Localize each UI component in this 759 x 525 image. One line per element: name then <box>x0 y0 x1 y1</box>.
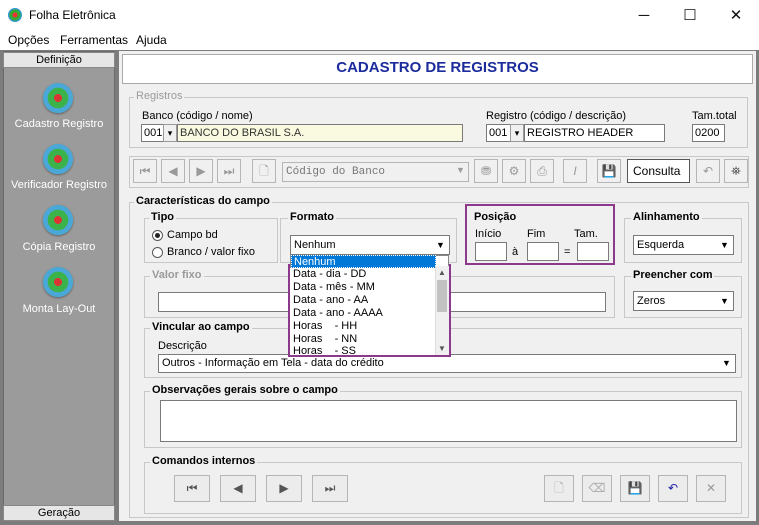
cmd-delete-icon[interactable]: ✕ <box>696 475 726 502</box>
search-field-select[interactable]: Código do Banco <box>282 162 469 182</box>
sidebar-item-verificador-registro[interactable]: Verificador Registro <box>3 179 115 191</box>
tam-total-field: 0200 <box>692 124 725 142</box>
page-title: CADASTRO DE REGISTROS <box>336 59 539 76</box>
valor-fixo-legend: Valor fixo <box>150 269 204 281</box>
cmd-clear-icon[interactable]: ⌫ <box>582 475 612 502</box>
campo-bd-radio[interactable] <box>152 230 163 241</box>
sidebar-item-monta-layout[interactable]: Monta Lay-Out <box>3 303 115 315</box>
observacoes-textarea[interactable] <box>160 400 737 442</box>
filter-icon[interactable]: ⛃ <box>474 159 498 183</box>
cmd-new-icon[interactable]: 🗋 <box>544 475 574 502</box>
chevron-down-icon: ▼ <box>720 296 729 306</box>
formato-legend: Formato <box>288 211 336 223</box>
preencher-legend: Preencher com <box>631 269 715 281</box>
menu-ajuda[interactable]: Ajuda <box>136 33 167 47</box>
sidebar-footer[interactable]: Geração <box>3 505 115 521</box>
banco-label: Banco (código / nome) <box>142 110 253 122</box>
settings-icon[interactable]: ⚙ <box>502 159 526 183</box>
formato-option-7[interactable]: Horas - SS <box>291 345 436 358</box>
a-label: à <box>512 246 519 258</box>
sidebar-item-copia-registro[interactable]: Cópia Registro <box>3 241 115 253</box>
comandos-legend: Comandos internos <box>150 455 258 467</box>
alinhamento-selected-value: Esquerda <box>637 239 685 251</box>
last-record-button[interactable]: ⏭ <box>217 159 241 183</box>
chevron-down-icon: ▼ <box>720 240 729 250</box>
descricao-selected-value: Outros - Informação em Tela - data do cr… <box>162 357 384 369</box>
copia-registro-icon[interactable] <box>43 205 73 235</box>
first-record-button[interactable]: ⏮ <box>133 159 157 183</box>
cmd-prev-button[interactable]: ◀ <box>220 475 256 502</box>
print-icon[interactable]: ⎙ <box>530 159 554 183</box>
chevron-down-icon: ▼ <box>722 358 731 368</box>
italic-icon[interactable]: I <box>563 159 587 183</box>
formato-option-0[interactable]: Nenhum <box>291 255 436 268</box>
cmd-undo-icon[interactable]: ↶ <box>658 475 688 502</box>
scroll-down-icon[interactable]: ▼ <box>436 344 448 354</box>
registro-desc-field[interactable]: REGISTRO HEADER <box>524 124 665 142</box>
scrollbar-thumb[interactable] <box>437 280 447 312</box>
tam-label: Tam. <box>574 228 598 240</box>
close-button[interactable]: ✕ <box>713 0 759 31</box>
menu-ferramentas[interactable]: Ferramentas <box>60 33 128 47</box>
formato-option-3[interactable]: Data - ano - AA <box>291 294 436 307</box>
consulta-button[interactable]: Consulta <box>627 159 690 183</box>
formato-option-4[interactable]: Data - ano - AAAA <box>291 307 436 320</box>
banco-lookup-button[interactable]: ▾ <box>163 124 177 142</box>
window-title: Folha Eletrônica <box>29 8 116 22</box>
formato-select[interactable]: Nenhum ▼ <box>290 235 450 255</box>
fim-input[interactable] <box>527 242 559 261</box>
registro-code-input[interactable]: 001 <box>486 124 510 142</box>
cadastro-registro-icon[interactable] <box>43 83 73 113</box>
next-record-button[interactable]: ▶ <box>189 159 213 183</box>
verificador-registro-icon[interactable] <box>43 144 73 174</box>
save-icon[interactable]: 💾 <box>597 159 621 183</box>
prev-record-button[interactable]: ◀ <box>161 159 185 183</box>
sidebar-item-cadastro-registro[interactable]: Cadastro Registro <box>3 118 115 130</box>
formato-selected-value: Nenhum <box>294 239 336 251</box>
formato-option-1[interactable]: Data - dia - DD <box>291 268 436 281</box>
menu-opcoes[interactable]: Opções <box>8 33 49 47</box>
registro-label: Registro (código / descrição) <box>486 110 627 122</box>
branco-valor-fixo-label: Branco / valor fixo <box>167 246 256 258</box>
tam-total-label: Tam.total <box>692 110 737 122</box>
inicio-input[interactable] <box>475 242 507 261</box>
registro-lookup-button[interactable]: ▾ <box>510 124 524 142</box>
tipo-legend: Tipo <box>149 211 177 223</box>
cmd-last-button[interactable]: ⏭ <box>312 475 348 502</box>
cmd-save-icon[interactable]: 💾 <box>620 475 650 502</box>
monta-layout-icon[interactable] <box>43 267 73 297</box>
equals-label: = <box>564 246 571 258</box>
caracteristicas-legend: Características do campo <box>134 195 272 207</box>
tam-input[interactable] <box>577 242 609 261</box>
new-document-icon[interactable]: 🗋 <box>252 159 276 183</box>
formato-option-5[interactable]: Horas - HH <box>291 320 436 333</box>
search-field-chevron-down-icon[interactable]: ▼ <box>454 165 467 179</box>
posicao-legend: Posição <box>472 211 519 223</box>
branco-valor-fixo-radio[interactable] <box>152 247 163 258</box>
registros-legend: Registros <box>134 90 185 102</box>
maximize-button[interactable]: ☐ <box>667 0 713 31</box>
chevron-down-icon: ▼ <box>436 240 445 250</box>
undo-icon[interactable]: ↶ <box>696 159 720 183</box>
inicio-label: Início <box>475 228 502 240</box>
preencher-select[interactable]: Zeros ▼ <box>633 291 734 311</box>
campo-bd-label: Campo bd <box>167 229 218 241</box>
scroll-up-icon[interactable]: ▲ <box>436 268 448 278</box>
preencher-selected-value: Zeros <box>637 295 666 307</box>
cmd-first-button[interactable]: ⏮ <box>174 475 210 502</box>
banco-code-input[interactable]: 001 <box>141 124 163 142</box>
cmd-next-button[interactable]: ▶ <box>266 475 302 502</box>
app-logo-icon <box>8 8 22 22</box>
alinhamento-select[interactable]: Esquerda ▼ <box>633 235 734 255</box>
formato-option-2[interactable]: Data - mês - MM <box>291 281 436 294</box>
alinhamento-legend: Alinhamento <box>631 211 702 223</box>
banco-name-field: BANCO DO BRASIL S.A. <box>177 124 463 142</box>
vincular-legend: Vincular ao campo <box>150 321 252 333</box>
descricao-label: Descrição <box>158 340 207 352</box>
binoculars-icon[interactable]: ⛯ <box>724 159 748 183</box>
observacoes-legend: Observações gerais sobre o campo <box>150 384 340 396</box>
minimize-button[interactable]: ─ <box>621 0 667 31</box>
fim-label: Fim <box>527 228 546 240</box>
sidebar-header[interactable]: Definição <box>3 52 115 68</box>
